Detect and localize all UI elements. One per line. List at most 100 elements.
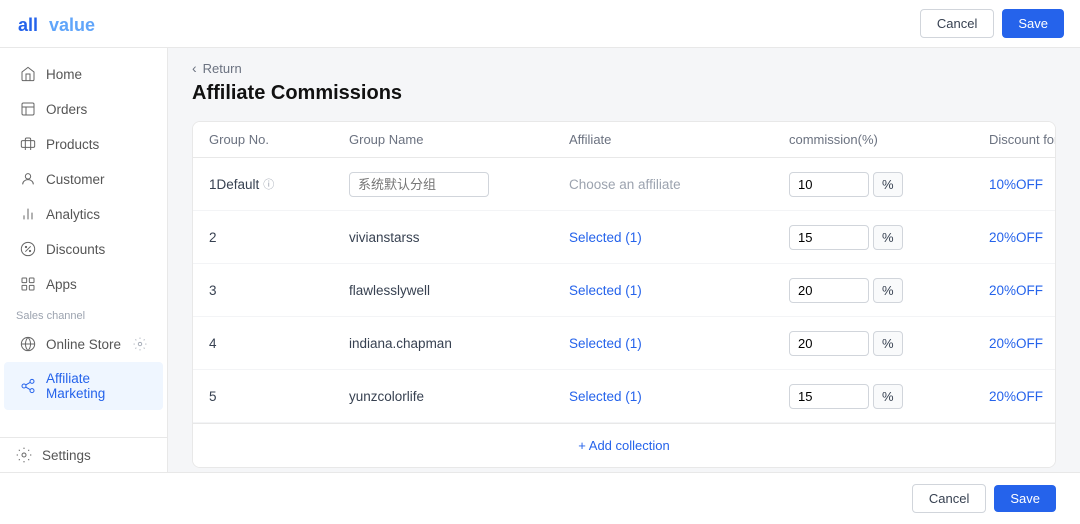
table-row: 5 yunzcolorlife Selected (1) % 2 xyxy=(193,370,1055,423)
affiliate-link-4[interactable]: Selected (1) xyxy=(569,336,642,351)
sidebar-item-home-label: Home xyxy=(46,67,82,82)
discount-1[interactable]: 10%OFF xyxy=(989,177,1056,192)
sidebar-item-products[interactable]: Products xyxy=(4,127,163,161)
affiliate-link-5[interactable]: Selected (1) xyxy=(569,389,642,404)
header-discount: Discount for Invitee xyxy=(989,132,1056,147)
add-collection-button[interactable]: + Add collection xyxy=(193,423,1055,467)
sidebar-settings-label: Settings xyxy=(42,448,91,463)
sidebar-item-discounts[interactable]: Discounts xyxy=(4,232,163,266)
discount-2[interactable]: 20%OFF xyxy=(989,230,1056,245)
group-name-input-1[interactable] xyxy=(349,172,489,197)
analytics-icon xyxy=(20,206,36,222)
commission-4[interactable]: % xyxy=(789,331,989,356)
discount-link-3[interactable]: 20%OFF xyxy=(989,283,1043,298)
svg-text:value: value xyxy=(49,15,95,35)
table-row: 1Default ⓘ Choose an affiliate % xyxy=(193,158,1055,211)
sidebar-item-online-store[interactable]: Online Store xyxy=(4,327,163,361)
bottom-bar: Cancel Save xyxy=(0,472,1080,524)
orders-icon xyxy=(20,101,36,117)
percent-badge-4: % xyxy=(873,331,903,356)
table-row: 3 flawlesslywell Selected (1) % xyxy=(193,264,1055,317)
sidebar-item-home[interactable]: Home xyxy=(4,57,163,91)
sidebar-section-label: Sales channel xyxy=(0,302,167,326)
commission-1[interactable]: % xyxy=(789,172,989,197)
commission-input-4[interactable] xyxy=(789,331,869,356)
sidebar-item-customer[interactable]: Customer xyxy=(4,162,163,196)
sidebar-item-analytics-label: Analytics xyxy=(46,207,100,222)
commission-input-2[interactable] xyxy=(789,225,869,250)
percent-badge-3: % xyxy=(873,278,903,303)
table-row: 4 indiana.chapman Selected (1) % xyxy=(193,317,1055,370)
header-group-name: Group Name xyxy=(349,132,569,147)
group-name-label-3: flawlesslywell xyxy=(349,283,430,298)
sidebar-item-analytics[interactable]: Analytics xyxy=(4,197,163,231)
sidebar-item-affiliate-marketing[interactable]: Affiliate Marketing xyxy=(4,362,163,410)
breadcrumb-label: Return xyxy=(203,61,242,76)
back-chevron-icon: ‹ xyxy=(192,60,197,76)
group-name-1[interactable] xyxy=(349,172,569,197)
topbar: all value Cancel Save xyxy=(0,0,1080,48)
topbar-save-button[interactable]: Save xyxy=(1002,9,1064,38)
discount-3[interactable]: 20%OFF xyxy=(989,283,1056,298)
commissions-table: Group No. Group Name Affiliate commissio… xyxy=(192,121,1056,468)
group-no-4: 4 xyxy=(209,336,349,351)
affiliate-link-2[interactable]: Selected (1) xyxy=(569,230,642,245)
percent-badge-2: % xyxy=(873,225,903,250)
bottom-cancel-button[interactable]: Cancel xyxy=(912,484,986,513)
discount-5[interactable]: 20%OFF xyxy=(989,389,1056,404)
main-content: ‹ Return Affiliate Commissions Group No.… xyxy=(168,48,1080,472)
commission-input-3[interactable] xyxy=(789,278,869,303)
table-row: 2 vivianstarss Selected (1) % 20 xyxy=(193,211,1055,264)
table-header: Group No. Group Name Affiliate commissio… xyxy=(193,122,1055,158)
commission-input-1[interactable] xyxy=(789,172,869,197)
online-store-icon xyxy=(20,336,36,352)
commission-3[interactable]: % xyxy=(789,278,989,303)
commission-2[interactable]: % xyxy=(789,225,989,250)
group-name-4: indiana.chapman xyxy=(349,336,569,351)
header-commission: commission(%) xyxy=(789,132,989,147)
group-name-2: vivianstarss xyxy=(349,230,569,245)
sidebar-item-apps[interactable]: Apps xyxy=(4,267,163,301)
discount-4[interactable]: 20%OFF xyxy=(989,336,1056,351)
group-name-label-2: vivianstarss xyxy=(349,230,420,245)
commission-input-5[interactable] xyxy=(789,384,869,409)
commission-5[interactable]: % xyxy=(789,384,989,409)
topbar-cancel-button[interactable]: Cancel xyxy=(920,9,994,38)
svg-text:all: all xyxy=(18,15,38,35)
apps-icon xyxy=(20,276,36,292)
affiliate-1: Choose an affiliate xyxy=(569,177,789,192)
sidebar-item-customer-label: Customer xyxy=(46,172,105,187)
group-name-label-5: yunzcolorlife xyxy=(349,389,424,404)
discount-link-5[interactable]: 20%OFF xyxy=(989,389,1043,404)
sidebar-item-orders[interactable]: Orders xyxy=(4,92,163,126)
discount-link-4[interactable]: 20%OFF xyxy=(989,336,1043,351)
bottom-save-button[interactable]: Save xyxy=(994,485,1056,512)
group-name-5: yunzcolorlife xyxy=(349,389,569,404)
breadcrumb[interactable]: ‹ Return xyxy=(192,48,1056,82)
group-no-1: 1Default ⓘ xyxy=(209,176,349,192)
header-affiliate: Affiliate xyxy=(569,132,789,147)
discount-link-1[interactable]: 10%OFF xyxy=(989,177,1043,192)
discount-link-2[interactable]: 20%OFF xyxy=(989,230,1043,245)
affiliate-placeholder-1: Choose an affiliate xyxy=(569,177,681,192)
settings-gear-icon xyxy=(133,337,147,351)
affiliate-2[interactable]: Selected (1) xyxy=(569,230,789,245)
products-icon xyxy=(20,136,36,152)
sidebar-item-orders-label: Orders xyxy=(46,102,87,117)
affiliate-4[interactable]: Selected (1) xyxy=(569,336,789,351)
sidebar-item-settings[interactable]: Settings xyxy=(0,437,167,472)
percent-badge-5: % xyxy=(873,384,903,409)
info-icon-1: ⓘ xyxy=(263,176,274,192)
sidebar-item-affiliate-label: Affiliate Marketing xyxy=(46,371,147,401)
home-icon xyxy=(20,66,36,82)
affiliate-icon xyxy=(20,378,36,394)
sidebar-item-online-store-label: Online Store xyxy=(46,337,121,352)
group-no-5: 5 xyxy=(209,389,349,404)
topbar-actions: Cancel Save xyxy=(920,9,1064,38)
affiliate-3[interactable]: Selected (1) xyxy=(569,283,789,298)
customer-icon xyxy=(20,171,36,187)
group-name-label-4: indiana.chapman xyxy=(349,336,452,351)
affiliate-5[interactable]: Selected (1) xyxy=(569,389,789,404)
affiliate-link-3[interactable]: Selected (1) xyxy=(569,283,642,298)
logo: all value xyxy=(16,10,106,38)
